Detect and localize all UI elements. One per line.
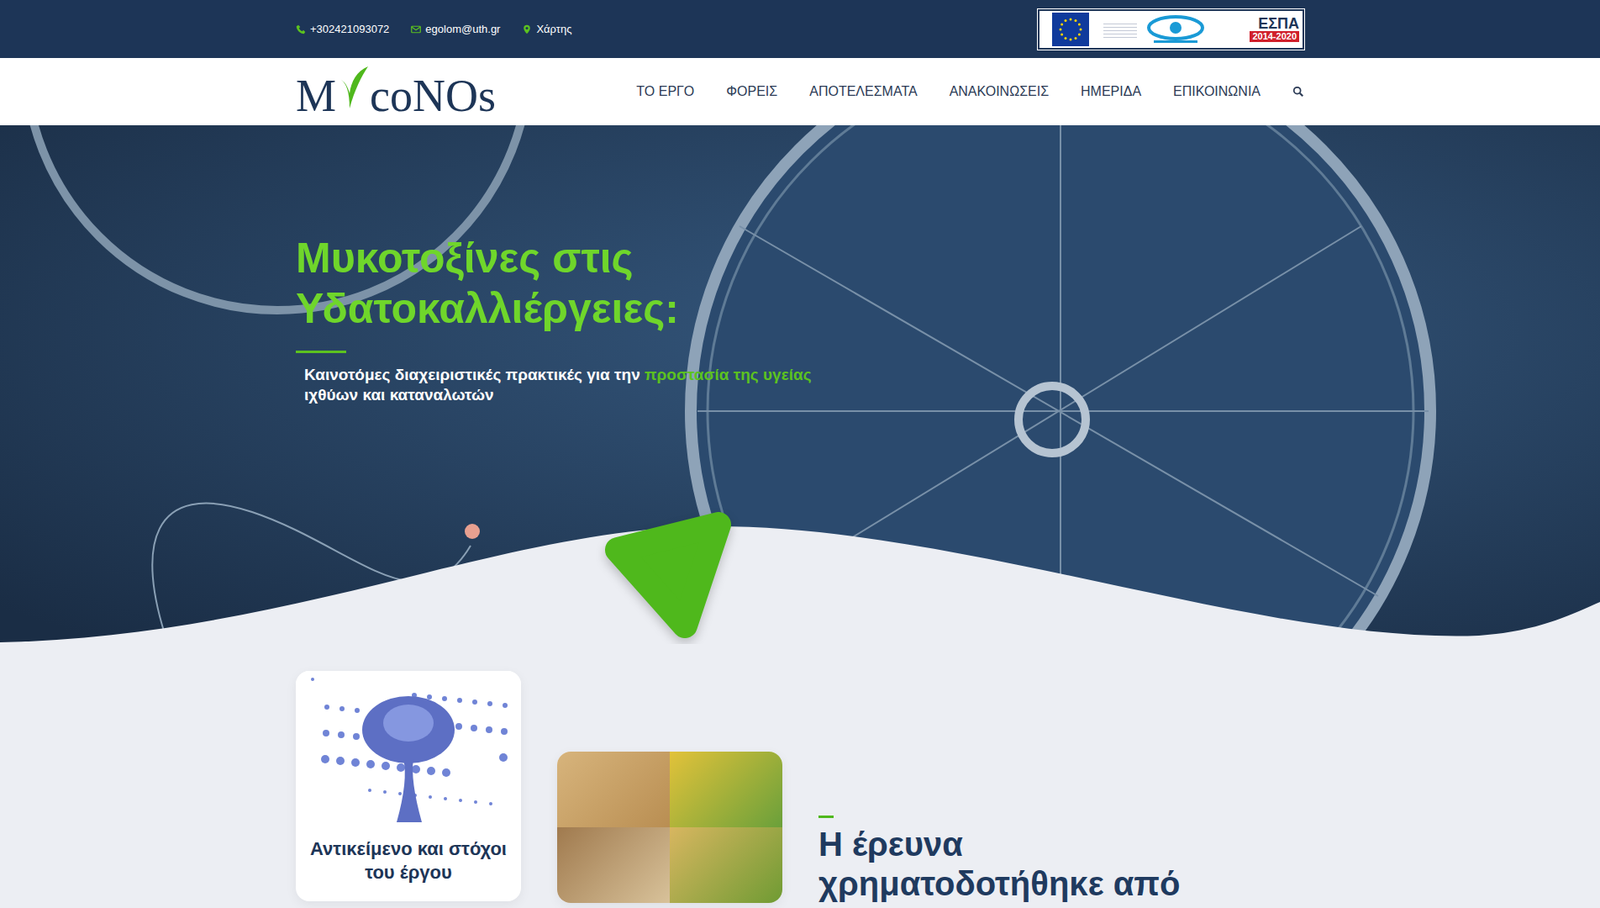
eu-text-block xyxy=(1103,21,1137,38)
contact-list: +302421093072 egolom@uth.gr Χάρτης xyxy=(295,22,572,36)
nav-bar: M coNOs ΤΟ ΕΡΓΟ ΦΟΡΕΙΣ ΑΠΟΤΕΛΕΣΜΑΤΑ ΑΝΑΚΟΙΝ… xyxy=(0,57,1600,126)
title-underline xyxy=(295,350,347,353)
content-section: Αντικείμενο και στόχοι του έργου Η έρευν… xyxy=(0,643,1600,904)
contact-item[interactable]: +302421093072 xyxy=(295,22,390,36)
nav-item[interactable]: ΕΠΙΚΟΙΝΩΝΙΑ xyxy=(1173,84,1261,100)
hero-content: Μυκοτοξίνες στιςΥδατοκαλλιέργειες: Καινο… xyxy=(295,125,1305,406)
fungus-image xyxy=(295,670,522,822)
nav-menu: ΤΟ ΕΡΓΟ ΦΟΡΕΙΣ ΑΠΟΤΕΛΕΣΜΑΤΑ ΑΝΑΚΟΙΝΩΣΕΙΣ ΗΜΕ… xyxy=(636,84,1305,100)
triangle-decoration-icon xyxy=(600,507,736,643)
nav-item[interactable]: ΤΟ ΕΡΓΟ xyxy=(636,84,695,100)
nav-item[interactable]: ΦΟΡΕΙΣ xyxy=(726,84,778,100)
hero-title: Μυκοτοξίνες στιςΥδατοκαλλιέργειες: xyxy=(295,232,1305,334)
logo[interactable]: M coNOs xyxy=(295,64,496,119)
funding-block: Η έρευνα χρηματοδοτήθηκε από xyxy=(818,815,1214,904)
nav-item[interactable]: ΗΜΕΡΙΔΑ xyxy=(1080,84,1142,100)
leaf-icon xyxy=(336,64,370,112)
card-title: Αντικείμενο και στόχοι του έργου xyxy=(295,821,522,901)
funding-heading: Η έρευνα χρηματοδοτήθηκε από xyxy=(818,824,1214,904)
phone-icon xyxy=(295,24,306,35)
page: +302421093072 egolom@uth.gr Χάρτης ΕΣΠΑ … xyxy=(0,0,1600,908)
eu-flag-icon xyxy=(1042,12,1099,47)
fisheries-logo-icon xyxy=(1142,12,1210,47)
top-bar: +302421093072 egolom@uth.gr Χάρτης ΕΣΠΑ … xyxy=(0,0,1600,58)
wave-divider xyxy=(0,509,1600,644)
map-pin-icon xyxy=(521,24,532,35)
hero-subtitle: Καινοτόμες διαχειριστικές πρακτικές για … xyxy=(304,364,817,406)
heading-accent xyxy=(818,815,834,818)
search-button[interactable] xyxy=(1292,85,1305,98)
hero: Μυκοτοξίνες στιςΥδατοκαλλιέργειες: Καινο… xyxy=(0,125,1600,644)
envelope-icon xyxy=(410,24,422,35)
nav-item[interactable]: ΑΠΟΤΕΛΕΣΜΑΤΑ xyxy=(809,84,917,100)
espa-logo: ΕΣΠΑ 2014-2020 xyxy=(1249,15,1300,43)
contact-item[interactable]: egolom@uth.gr xyxy=(410,22,500,36)
grains-image xyxy=(557,751,783,903)
nav-item[interactable]: ΑΝΑΚΟΙΝΩΣΕΙΣ xyxy=(949,84,1049,100)
feature-card[interactable] xyxy=(557,751,783,903)
search-icon xyxy=(1292,85,1305,98)
sponsor-logos: ΕΣΠΑ 2014-2020 xyxy=(1037,9,1305,50)
contact-item[interactable]: Χάρτης xyxy=(521,22,572,36)
feature-card[interactable]: Αντικείμενο και στόχοι του έργου xyxy=(295,670,522,901)
